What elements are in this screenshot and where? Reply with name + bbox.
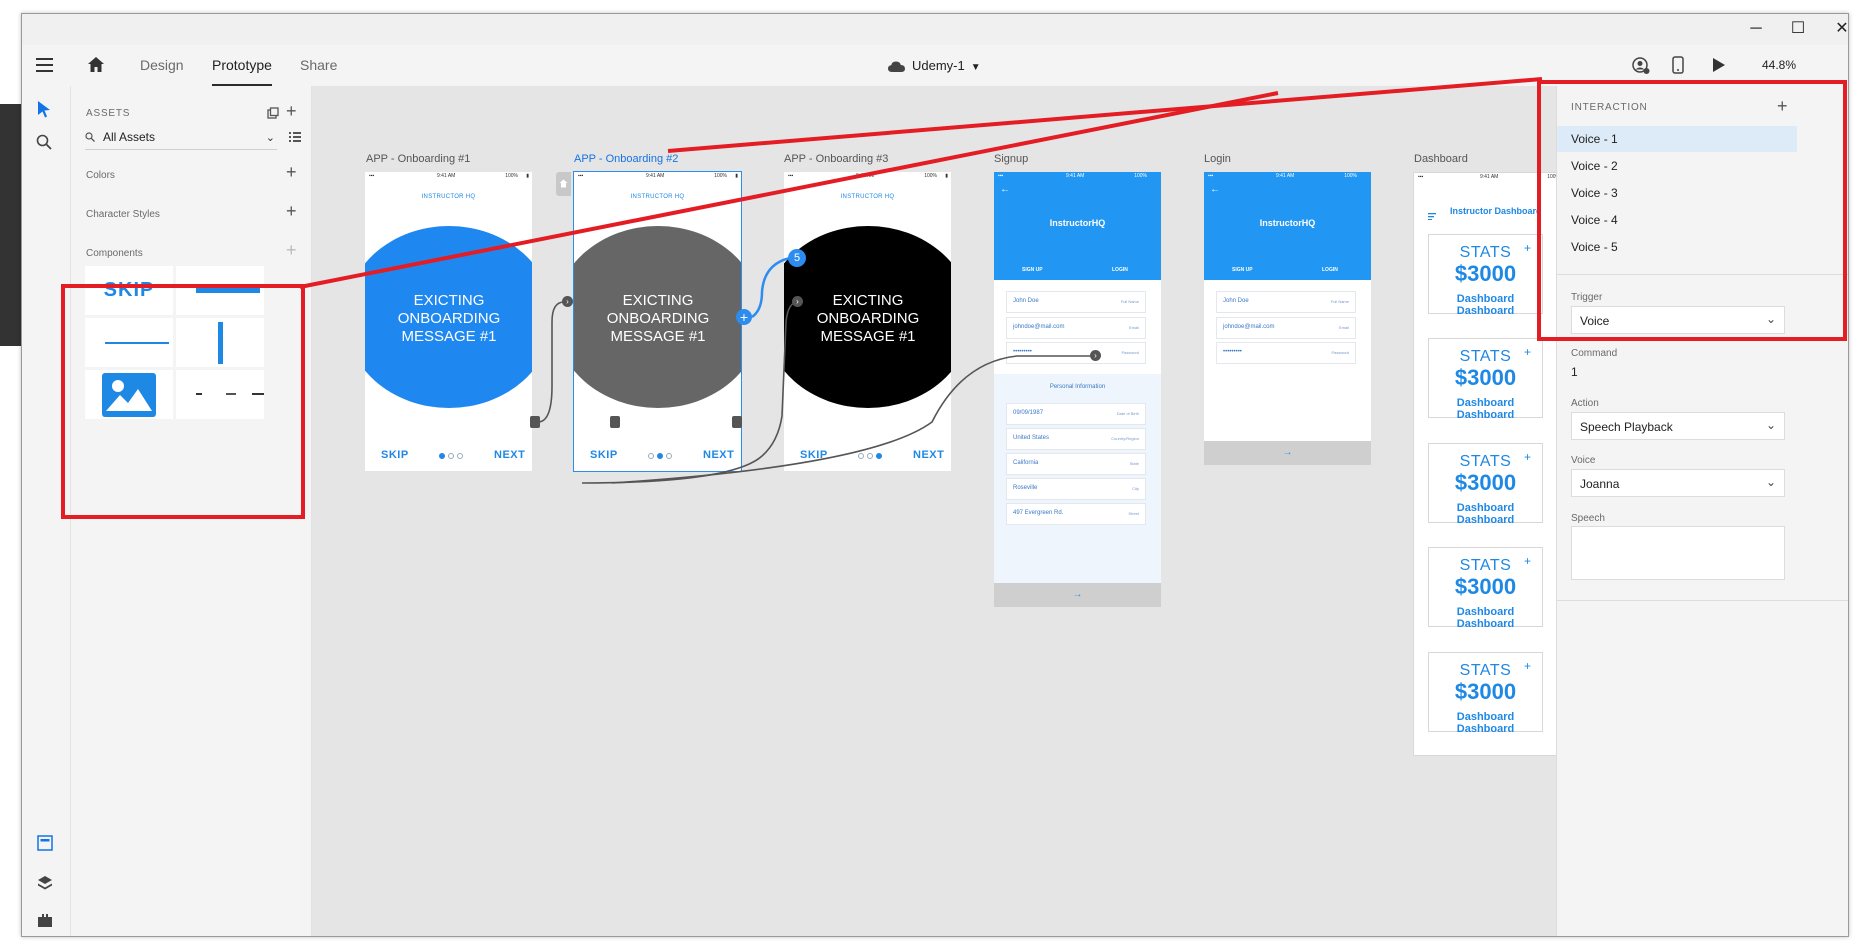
list-view-button[interactable] xyxy=(289,130,301,148)
tab-share[interactable]: Share xyxy=(300,45,337,86)
layers-icon xyxy=(38,876,52,890)
prototype-wires xyxy=(537,256,1092,484)
invite-button[interactable] xyxy=(1632,57,1650,80)
list-view-icon xyxy=(289,132,301,142)
annotation-box-interactions xyxy=(1537,80,1847,341)
voice-label: Voice xyxy=(1571,455,1596,466)
pointer-arrow-icon xyxy=(38,101,50,118)
speech-label: Speech xyxy=(1571,513,1605,524)
speech-textarea[interactable] xyxy=(1571,526,1785,580)
home-icon xyxy=(88,57,104,72)
wire-start-handle[interactable] xyxy=(530,416,540,428)
wire-start-handle[interactable] xyxy=(610,416,620,428)
add-component-button[interactable]: + xyxy=(286,240,297,261)
wire-target-marker[interactable]: › xyxy=(1090,350,1101,361)
colors-section-label: Colors xyxy=(86,170,115,181)
divider xyxy=(1557,600,1848,601)
document-title-dropdown[interactable]: Udemy-1 ▼ xyxy=(888,45,981,86)
add-wire-button[interactable]: + xyxy=(736,309,752,325)
chevron-down-icon: ⌄ xyxy=(265,132,275,144)
tab-prototype[interactable]: Prototype xyxy=(212,45,272,86)
voice-select[interactable]: Joanna ⌄ xyxy=(1571,469,1785,497)
maximize-button[interactable]: ☐ xyxy=(1784,17,1812,41)
wire-target-marker[interactable]: › xyxy=(562,296,573,307)
command-label: Command xyxy=(1571,348,1618,359)
play-icon xyxy=(1713,58,1725,72)
plugins-panel-button[interactable] xyxy=(37,912,53,933)
document-title: Udemy-1 xyxy=(912,58,965,73)
minimize-button[interactable]: ─ xyxy=(1742,17,1770,41)
tab-design[interactable]: Design xyxy=(140,45,184,86)
close-button[interactable]: ✕ xyxy=(1828,17,1849,41)
search-icon xyxy=(85,132,95,142)
assets-heading: ASSETS xyxy=(86,108,131,119)
layers-panel-button[interactable] xyxy=(37,875,53,896)
assets-filter-value: All Assets xyxy=(103,130,156,144)
mobile-device-icon xyxy=(1672,56,1684,74)
action-label: Action xyxy=(1571,398,1599,409)
plus-icon: + xyxy=(286,101,297,121)
components-section-label: Components xyxy=(86,248,143,259)
magnifier-icon xyxy=(36,134,52,150)
chevron-down-icon: ⌄ xyxy=(1765,475,1776,489)
assets-panel-button[interactable] xyxy=(37,835,53,856)
hamburger-menu-button[interactable] xyxy=(36,57,54,78)
character-styles-section-label: Character Styles xyxy=(86,209,160,220)
wire-start-handle[interactable] xyxy=(732,416,742,428)
add-asset-button[interactable]: + xyxy=(286,101,297,122)
home-button[interactable] xyxy=(87,56,105,79)
maximize-icon: ☐ xyxy=(1790,20,1806,37)
select-tool[interactable] xyxy=(37,100,51,123)
cloud-icon xyxy=(888,61,905,72)
external-library-icon xyxy=(267,107,279,119)
desktop-background-window xyxy=(0,104,22,346)
hamburger-icon xyxy=(36,58,53,72)
select-value: Joanna xyxy=(1580,477,1620,491)
action-select[interactable]: Speech Playback ⌄ xyxy=(1571,412,1785,440)
design-canvas[interactable]: APP - Onboarding #1 ▪▪▪ 9:41 AM 100% ▮ I… xyxy=(312,86,1556,936)
wire-count-badge[interactable]: 5 xyxy=(788,249,806,267)
add-color-button[interactable]: + xyxy=(286,162,297,183)
plus-icon: + xyxy=(286,240,297,260)
annotation-box-components xyxy=(61,284,305,519)
chevron-down-icon: ▼ xyxy=(970,62,981,73)
user-add-icon xyxy=(1632,57,1650,74)
assets-filter-dropdown[interactable]: All Assets ⌄ xyxy=(85,127,277,150)
minimize-icon: ─ xyxy=(1750,20,1762,37)
plus-icon: + xyxy=(739,309,749,325)
zoom-tool[interactable] xyxy=(36,134,52,155)
command-input[interactable]: 1 xyxy=(1571,365,1578,379)
chevron-down-icon: ⌄ xyxy=(1765,418,1776,432)
device-preview-button[interactable] xyxy=(1672,56,1684,79)
select-value: Speech Playback xyxy=(1580,420,1673,434)
play-preview-button[interactable] xyxy=(1712,58,1726,77)
assets-link-button[interactable] xyxy=(267,106,279,124)
wire-target-marker[interactable]: › xyxy=(792,296,803,307)
title-bar: ─ ☐ ✕ xyxy=(22,14,1848,45)
add-character-style-button[interactable]: + xyxy=(286,201,297,222)
assets-icon xyxy=(37,835,53,851)
plus-icon: + xyxy=(286,162,297,182)
plus-icon: + xyxy=(286,201,297,221)
close-icon: ✕ xyxy=(1835,20,1849,37)
plugins-icon xyxy=(38,914,52,927)
